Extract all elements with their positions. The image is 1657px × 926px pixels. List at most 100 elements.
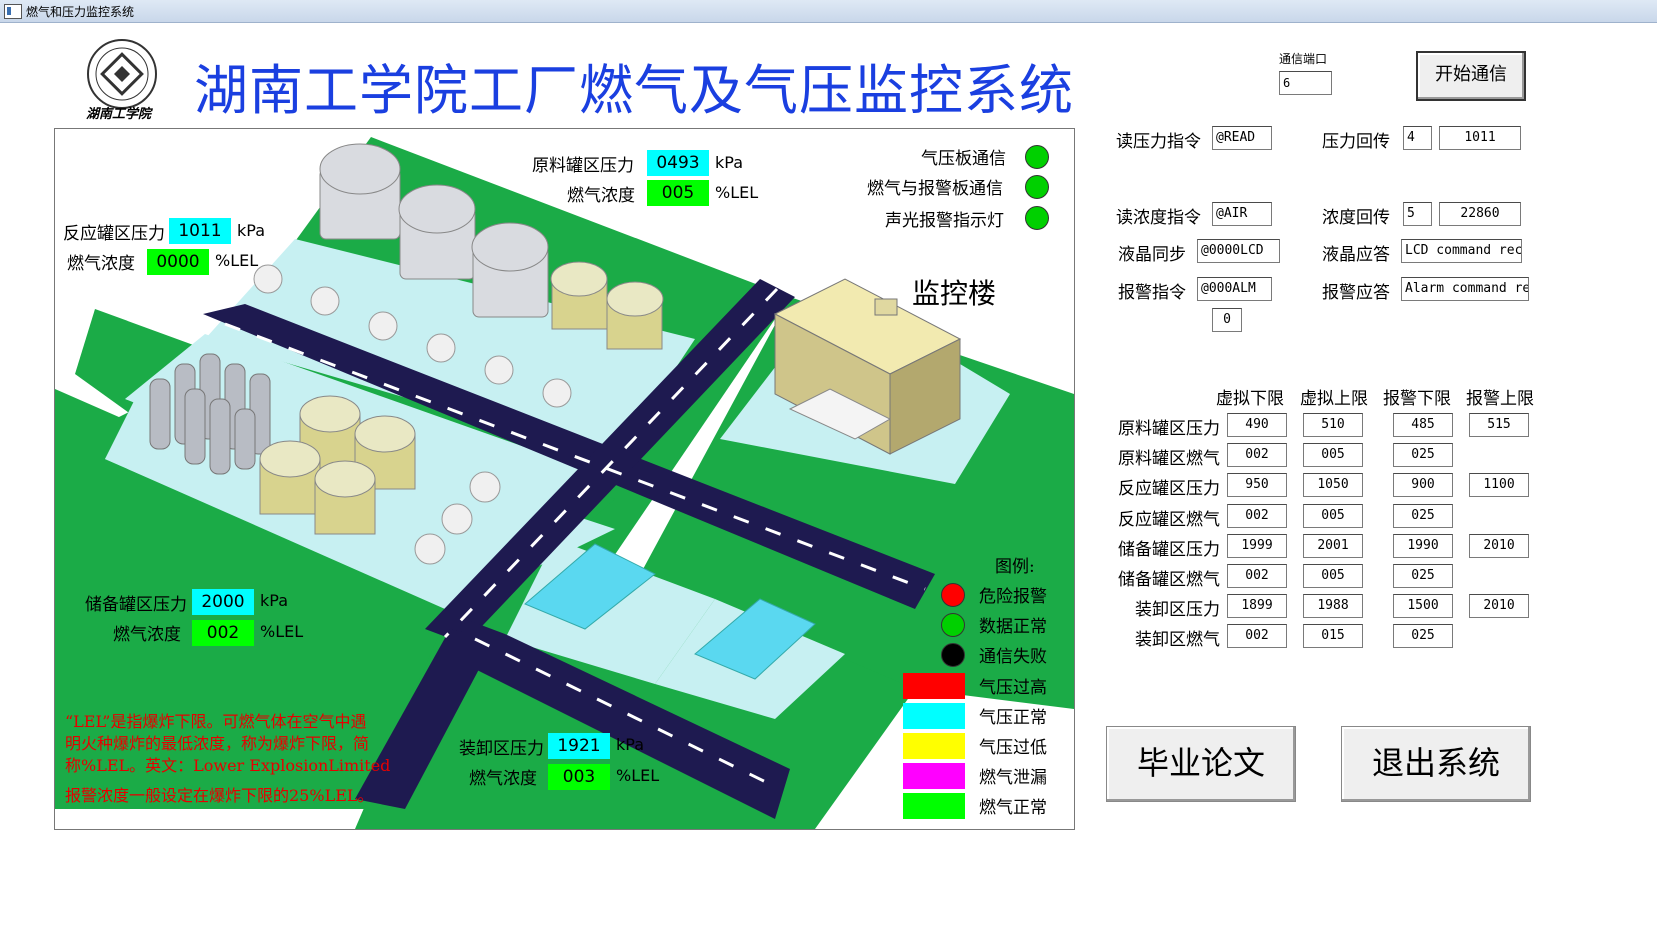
storage-pressure-label: 储备罐区压力 — [85, 595, 187, 615]
limits-cell-input[interactable]: 1500 — [1393, 594, 1453, 618]
lcd-sync-label: 液晶同步 — [1118, 245, 1186, 265]
limits-row-label: 装卸区压力 — [1135, 600, 1220, 620]
status-led-icon — [1025, 206, 1049, 230]
limits-cell-input[interactable]: 002 — [1227, 624, 1287, 648]
read-gas-label: 读浓度指令 — [1116, 208, 1201, 228]
lel-note-line: 称%LEL。英文：Lower ExplosionLimited — [65, 756, 391, 775]
storage-gas-value: 002 — [192, 620, 254, 646]
legend-label: 数据正常 — [979, 617, 1047, 637]
alarm-reply-output[interactable]: Alarm command rec — [1401, 277, 1529, 301]
unloading-pressure-unit: kPa — [616, 735, 644, 754]
lel-note-line: “LEL”是指爆炸下限。可燃气体在空气中遇 — [65, 712, 367, 731]
lcd-reply-label: 液晶应答 — [1322, 245, 1390, 265]
lcd-reply-output[interactable]: LCD command rece — [1401, 239, 1522, 263]
limits-cell-input[interactable]: 490 — [1227, 413, 1287, 437]
indicator-label: 气压板通信 — [921, 149, 1006, 169]
limits-cell-input[interactable]: 025 — [1393, 443, 1453, 467]
limits-cell-input[interactable]: 2010 — [1469, 594, 1529, 618]
limits-cell-input[interactable]: 1050 — [1303, 473, 1363, 497]
status-led-icon — [1025, 175, 1049, 199]
limits-cell-input[interactable]: 2001 — [1303, 534, 1363, 558]
legend-fail-dot-icon — [941, 643, 965, 667]
limits-cell-input[interactable]: 1899 — [1227, 594, 1287, 618]
limits-cell-input[interactable]: 485 — [1393, 413, 1453, 437]
legend-label: 气压过低 — [979, 738, 1047, 758]
unloading-pressure-label: 装卸区压力 — [459, 739, 544, 759]
limits-cell-input[interactable]: 002 — [1227, 564, 1287, 588]
limits-cell-input[interactable]: 002 — [1227, 504, 1287, 528]
limits-cell-input[interactable]: 015 — [1303, 624, 1363, 648]
storage-gas-unit: %LEL — [260, 622, 304, 641]
limits-cell-input[interactable]: 025 — [1393, 504, 1453, 528]
window-title: 燃气和压力监控系统 — [26, 5, 135, 19]
limits-header: 虚拟下限 — [1216, 389, 1284, 409]
limits-cell-input[interactable]: 2010 — [1469, 534, 1529, 558]
pressure-echo-value[interactable]: 1011 — [1439, 126, 1521, 150]
gas-echo-channel[interactable]: 5 — [1403, 202, 1432, 226]
alarm-cmd-input[interactable]: @000ALM — [1197, 277, 1272, 301]
lel-note-line: 明火种爆炸的最低浓度，称为爆炸下限，简 — [65, 734, 370, 753]
legend-alarm-dot-icon — [941, 583, 965, 607]
thesis-button[interactable]: 毕业论文 — [1106, 726, 1296, 802]
legend-label: 燃气泄漏 — [979, 768, 1047, 788]
reaction-gas-label: 燃气浓度 — [67, 254, 135, 274]
raw-gas-value: 005 — [647, 180, 709, 206]
start-comm-button[interactable]: 开始通信 — [1416, 51, 1526, 101]
raw-pressure-label: 原料罐区压力 — [532, 156, 634, 176]
lel-note: “LEL”是指爆炸下限。可燃气体在空气中遇 明火种爆炸的最低浓度，称为爆炸下限，… — [65, 711, 435, 807]
legend-swatch — [903, 703, 965, 729]
indicator-label: 燃气与报警板通信 — [867, 179, 1003, 199]
legend-title: 图例: — [995, 557, 1035, 577]
comm-port-input[interactable]: 6 — [1279, 71, 1332, 95]
legend-normal-dot-icon — [941, 613, 965, 637]
read-gas-input[interactable]: @AIR — [1212, 202, 1272, 226]
comm-port-label: 通信端口 — [1279, 52, 1328, 66]
read-pressure-label: 读压力指令 — [1116, 132, 1201, 152]
legend-label: 通信失败 — [979, 647, 1047, 667]
lcd-sync-input[interactable]: @0000LCD — [1197, 239, 1280, 263]
limits-cell-input[interactable]: 005 — [1303, 504, 1363, 528]
unloading-pressure-value: 1921 — [548, 733, 610, 759]
limits-cell-input[interactable]: 025 — [1393, 624, 1453, 648]
legend-swatch — [903, 793, 965, 819]
limits-cell-input[interactable]: 950 — [1227, 473, 1287, 497]
limits-row-label: 反应罐区压力 — [1118, 479, 1220, 499]
limits-cell-input[interactable]: 510 — [1303, 413, 1363, 437]
legend-label: 气压过高 — [979, 678, 1047, 698]
limits-cell-input[interactable]: 1988 — [1303, 594, 1363, 618]
pressure-echo-channel[interactable]: 4 — [1403, 126, 1432, 150]
plant-scene: 原料罐区压力 0493 kPa 燃气浓度 005 %LEL 反应罐区压力 101… — [54, 128, 1075, 830]
limits-cell-input[interactable]: 900 — [1393, 473, 1453, 497]
reaction-gas-unit: %LEL — [215, 251, 259, 270]
app-icon — [4, 4, 22, 19]
storage-pressure-unit: kPa — [260, 591, 288, 610]
limits-header: 报警下限 — [1383, 389, 1451, 409]
raw-pressure-unit: kPa — [715, 153, 743, 172]
unloading-gas-label: 燃气浓度 — [469, 769, 537, 789]
limits-cell-input[interactable]: 1999 — [1227, 534, 1287, 558]
read-pressure-input[interactable]: @READ — [1212, 126, 1272, 150]
legend-label: 危险报警 — [979, 587, 1047, 607]
limits-row-label: 原料罐区压力 — [1118, 419, 1220, 439]
raw-pressure-value: 0493 — [647, 150, 709, 176]
legend-swatch — [903, 763, 965, 789]
gas-echo-value[interactable]: 22860 — [1439, 202, 1521, 226]
pressure-echo-label: 压力回传 — [1322, 132, 1390, 152]
limits-cell-input[interactable]: 005 — [1303, 443, 1363, 467]
limits-cell-input[interactable]: 515 — [1469, 413, 1529, 437]
reaction-pressure-value: 1011 — [169, 218, 231, 244]
limits-cell-input[interactable]: 002 — [1227, 443, 1287, 467]
indicator-label: 声光报警指示灯 — [885, 211, 1004, 231]
gas-echo-label: 浓度回传 — [1322, 208, 1390, 228]
limits-cell-input[interactable]: 1990 — [1393, 534, 1453, 558]
limits-row-label: 原料罐区燃气 — [1118, 449, 1220, 469]
limits-cell-input[interactable]: 025 — [1393, 564, 1453, 588]
alarm-reply-label: 报警应答 — [1322, 283, 1390, 303]
alarm-value-input[interactable]: 0 — [1212, 308, 1242, 332]
exit-button[interactable]: 退出系统 — [1341, 726, 1531, 802]
limits-row-label: 储备罐区压力 — [1118, 540, 1220, 560]
legend-label: 燃气正常 — [979, 798, 1047, 818]
limits-cell-input[interactable]: 005 — [1303, 564, 1363, 588]
limits-cell-input[interactable]: 1100 — [1469, 473, 1529, 497]
limits-row-label: 装卸区燃气 — [1135, 630, 1220, 650]
